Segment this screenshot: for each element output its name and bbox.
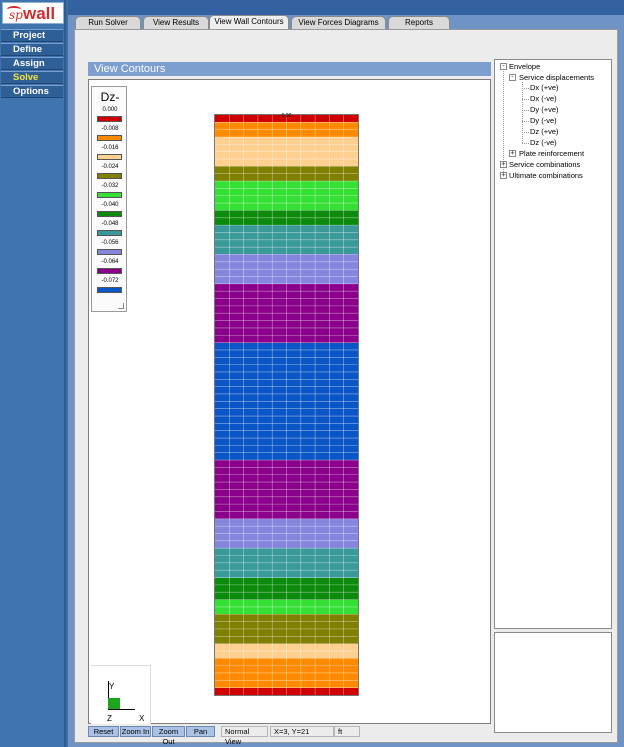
menu-assign[interactable]: Assign [1, 57, 63, 70]
tree-leaf-dz-pos[interactable]: Dz (+ve) [530, 127, 559, 136]
zoom-out-button[interactable]: Zoom Out [152, 726, 185, 746]
resize-grip-icon[interactable] [118, 303, 124, 309]
tree-leaf-dz-neg[interactable]: Dz (-ve) [530, 138, 557, 147]
tab-run-solver[interactable]: Run Solver [75, 16, 141, 29]
axis-y-label: Y [109, 682, 115, 691]
legend-value: 0.000 [102, 107, 118, 113]
zoom-in-button[interactable]: Zoom In [120, 726, 151, 737]
view-mode-status: Normal View [221, 726, 268, 746]
menu-options[interactable]: Options [1, 85, 63, 98]
details-panel [494, 632, 612, 733]
coordinate-readout: X=3, Y=21 [270, 726, 334, 737]
tree-connector [522, 110, 529, 111]
legend-value: -0.040 [101, 202, 119, 208]
results-tree: - Envelope - Service displacements Dx (+… [494, 59, 612, 629]
legend-value: -0.072 [101, 278, 119, 284]
mesh-grid [215, 115, 358, 695]
contour-legend[interactable]: Dz- 0.000 -0.008 -0.016 -0.024 -0.032 -0.040 -… [91, 86, 127, 312]
tree-connector [522, 88, 529, 89]
menu-project[interactable]: Project [1, 29, 63, 42]
tree-plate-reinforcement[interactable]: Plate reinforcement [519, 149, 584, 158]
collapse-icon[interactable]: - [509, 74, 516, 81]
tab-view-wall-contours[interactable]: View Wall Contours [209, 15, 289, 30]
legend-value: -0.008 [101, 126, 119, 132]
view-toolbar: Reset Zoom In Zoom Out Pan Normal View X… [88, 726, 491, 746]
axis-x-label: X [139, 714, 145, 723]
tab-reports[interactable]: Reports [388, 16, 450, 29]
view-title: View Contours [88, 62, 491, 76]
legend-swatch [97, 230, 122, 236]
units-status: ft [334, 726, 360, 737]
tab-view-forces-diagrams[interactable]: View Forces Diagrams [291, 16, 386, 29]
top-bar [68, 0, 624, 15]
tree-connector [522, 132, 529, 133]
tree-leaf-dy-neg[interactable]: Dy (-ve) [530, 116, 557, 125]
legend-swatch [97, 192, 122, 198]
axis-z-label: Z [107, 714, 112, 723]
tree-service-combinations[interactable]: Service combinations [509, 160, 580, 169]
legend-value: -0.048 [101, 221, 119, 227]
expand-icon[interactable]: + [500, 161, 507, 168]
legend-value: -0.016 [101, 145, 119, 151]
tree-connector [503, 71, 504, 174]
legend-swatch [97, 173, 122, 179]
tree-connector [522, 121, 529, 122]
legend-value: -0.032 [101, 183, 119, 189]
main-sidebar: sp wall Project Define Assign Solve Opti… [0, 0, 66, 747]
legend-swatch [97, 154, 122, 160]
expand-icon[interactable]: + [509, 150, 516, 157]
legend-value: -0.024 [101, 164, 119, 170]
legend-title: Dz- [100, 90, 120, 104]
pan-button[interactable]: Pan [186, 726, 215, 737]
legend-swatch [97, 135, 122, 141]
tree-leaf-dx-pos[interactable]: Dx (+ve) [530, 83, 559, 92]
tree-leaf-dy-pos[interactable]: Dy (+ve) [530, 105, 559, 114]
tree-connector [522, 82, 523, 143]
tree-connector [522, 99, 529, 100]
legend-value: -0.064 [101, 259, 119, 265]
x-axis-line [108, 709, 135, 710]
logo-main: wall [23, 4, 56, 23]
tree-leaf-dx-neg[interactable]: Dx (-ve) [530, 94, 557, 103]
reset-button[interactable]: Reset [88, 726, 119, 737]
legend-value: -0.056 [101, 240, 119, 246]
axis-triad: Y Z X [91, 665, 151, 724]
legend-swatch [97, 249, 122, 255]
logo-prefix: sp [9, 8, 23, 22]
legend-swatch [97, 287, 122, 293]
legend-swatch [97, 268, 122, 274]
legend-swatch [97, 211, 122, 217]
tree-connector [522, 143, 529, 144]
wall-contour-plot[interactable] [214, 114, 359, 696]
expand-icon[interactable]: + [500, 172, 507, 179]
app-logo: sp wall [2, 2, 64, 24]
menu-define[interactable]: Define [1, 43, 63, 56]
contour-top-label: 0.00 [281, 113, 292, 119]
tree-ultimate-combinations[interactable]: Ultimate combinations [509, 171, 583, 180]
legend-swatch [97, 116, 122, 122]
tree-service-displacements[interactable]: Service displacements [519, 73, 594, 82]
axis-origin-marker [108, 698, 120, 709]
collapse-icon[interactable]: - [500, 63, 507, 70]
tree-envelope[interactable]: Envelope [509, 62, 540, 71]
menu-solve[interactable]: Solve [1, 71, 63, 84]
tab-view-results[interactable]: View Results [143, 16, 209, 29]
